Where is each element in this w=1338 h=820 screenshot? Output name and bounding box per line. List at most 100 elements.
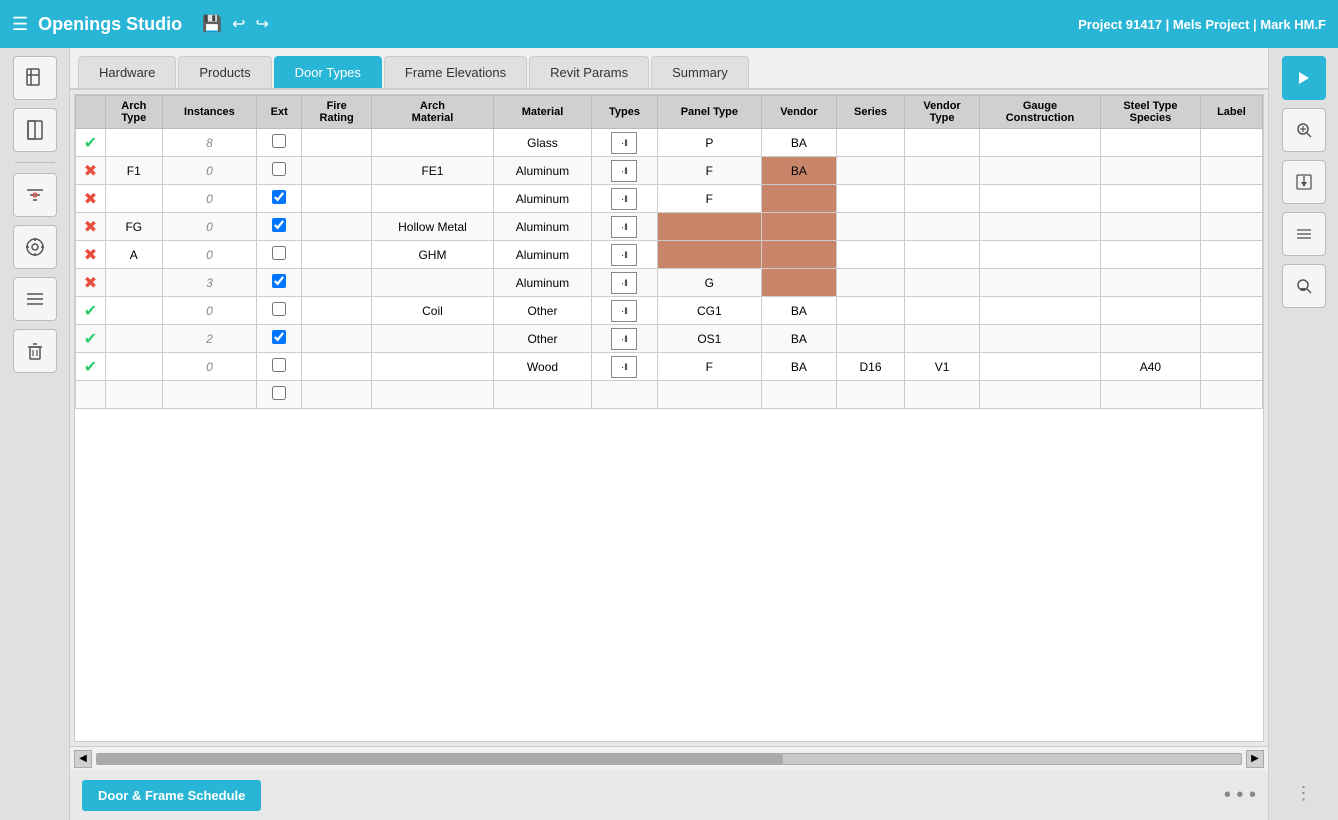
cell-gauge-construction[interactable] xyxy=(979,213,1100,241)
cell-label[interactable] xyxy=(1200,269,1262,297)
cell-series[interactable] xyxy=(836,381,904,409)
cell-vendor[interactable] xyxy=(762,213,837,241)
cell-gauge-construction[interactable] xyxy=(979,269,1100,297)
cell-label[interactable] xyxy=(1200,353,1262,381)
cell-series[interactable] xyxy=(836,297,904,325)
cell-ext[interactable] xyxy=(257,381,302,409)
tab-frame-elevations[interactable]: Frame Elevations xyxy=(384,56,527,88)
cell-material[interactable]: Glass xyxy=(493,129,592,157)
cell-panel-type[interactable]: F xyxy=(657,185,761,213)
cell-vendor[interactable]: BA xyxy=(762,353,837,381)
cell-steel-type-species[interactable] xyxy=(1100,269,1200,297)
cell-material[interactable]: Aluminum xyxy=(493,241,592,269)
cell-vendor[interactable] xyxy=(762,381,837,409)
cell-series[interactable] xyxy=(836,269,904,297)
cell-panel-type[interactable]: OS1 xyxy=(657,325,761,353)
table-row[interactable]: ✔0CoilOther·‖CG1BA xyxy=(76,297,1263,325)
cell-arch-type[interactable]: F1 xyxy=(106,157,163,185)
cell-vendor-type[interactable] xyxy=(905,381,980,409)
cell-fire-rating[interactable] xyxy=(302,297,372,325)
cell-arch-material[interactable] xyxy=(372,185,493,213)
cell-vendor[interactable]: BA xyxy=(762,129,837,157)
cell-arch-type[interactable] xyxy=(106,297,163,325)
cell-vendor-type[interactable] xyxy=(905,269,980,297)
cell-arch-type[interactable]: FG xyxy=(106,213,163,241)
menu-icon[interactable]: ☰ xyxy=(12,14,28,35)
cell-vendor[interactable]: BA xyxy=(762,297,837,325)
cell-types[interactable]: ·‖ xyxy=(592,325,657,353)
cell-arch-material[interactable]: Coil xyxy=(372,297,493,325)
cell-label[interactable] xyxy=(1200,213,1262,241)
cell-panel-type[interactable]: CG1 xyxy=(657,297,761,325)
cell-ext[interactable] xyxy=(257,185,302,213)
cell-vendor[interactable] xyxy=(762,185,837,213)
cell-types[interactable]: ·‖ xyxy=(592,129,657,157)
cell-types[interactable]: ·‖ xyxy=(592,353,657,381)
cell-vendor[interactable]: BA xyxy=(762,157,837,185)
table-row[interactable]: ✖3Aluminum·‖G xyxy=(76,269,1263,297)
cell-label[interactable] xyxy=(1200,129,1262,157)
sidebar-btn-document[interactable] xyxy=(13,56,57,100)
cell-steel-type-species[interactable] xyxy=(1100,241,1200,269)
sidebar-btn-list[interactable] xyxy=(13,277,57,321)
cell-fire-rating[interactable] xyxy=(302,353,372,381)
cell-vendor-type[interactable] xyxy=(905,325,980,353)
cell-fire-rating[interactable] xyxy=(302,185,372,213)
scroll-track[interactable] xyxy=(96,753,1242,765)
cell-panel-type[interactable]: F xyxy=(657,157,761,185)
cell-material[interactable]: Other xyxy=(493,297,592,325)
cell-steel-type-species[interactable] xyxy=(1100,185,1200,213)
cell-ext[interactable] xyxy=(257,213,302,241)
tab-revit-params[interactable]: Revit Params xyxy=(529,56,649,88)
cell-arch-material[interactable] xyxy=(372,381,493,409)
cell-gauge-construction[interactable] xyxy=(979,325,1100,353)
cell-panel-type[interactable]: P xyxy=(657,129,761,157)
table-row[interactable]: ✖A0GHMAluminum·‖ xyxy=(76,241,1263,269)
cell-panel-type[interactable] xyxy=(657,241,761,269)
cell-fire-rating[interactable] xyxy=(302,269,372,297)
cell-vendor-type[interactable] xyxy=(905,157,980,185)
table-row[interactable]: ✖FG0Hollow MetalAluminum·‖ xyxy=(76,213,1263,241)
cell-label[interactable] xyxy=(1200,157,1262,185)
cell-arch-type[interactable] xyxy=(106,353,163,381)
cell-ext[interactable] xyxy=(257,241,302,269)
cell-gauge-construction[interactable] xyxy=(979,185,1100,213)
cell-panel-type[interactable] xyxy=(657,381,761,409)
tab-products[interactable]: Products xyxy=(178,56,271,88)
cell-types[interactable]: ·‖ xyxy=(592,241,657,269)
cell-ext[interactable] xyxy=(257,269,302,297)
cell-vendor-type[interactable] xyxy=(905,213,980,241)
table-row[interactable]: ✔2Other·‖OS1BA xyxy=(76,325,1263,353)
cell-arch-material[interactable] xyxy=(372,325,493,353)
cell-ext[interactable] xyxy=(257,353,302,381)
cell-gauge-construction[interactable] xyxy=(979,353,1100,381)
cell-series[interactable] xyxy=(836,157,904,185)
cell-gauge-construction[interactable] xyxy=(979,241,1100,269)
cell-panel-type[interactable]: F xyxy=(657,353,761,381)
cell-series[interactable] xyxy=(836,241,904,269)
cell-arch-material[interactable]: FE1 xyxy=(372,157,493,185)
more-options-dots[interactable]: • • • xyxy=(1224,784,1256,807)
cell-gauge-construction[interactable] xyxy=(979,157,1100,185)
sidebar-right-zoom[interactable] xyxy=(1282,108,1326,152)
cell-label[interactable] xyxy=(1200,381,1262,409)
cell-steel-type-species[interactable] xyxy=(1100,381,1200,409)
cell-fire-rating[interactable] xyxy=(302,241,372,269)
cell-arch-type[interactable] xyxy=(106,325,163,353)
cell-series[interactable]: D16 xyxy=(836,353,904,381)
cell-material[interactable]: Wood xyxy=(493,353,592,381)
cell-vendor-type[interactable] xyxy=(905,297,980,325)
undo-icon[interactable]: ↩ xyxy=(232,14,245,34)
cell-arch-material[interactable] xyxy=(372,129,493,157)
sidebar-right-arrow[interactable] xyxy=(1282,56,1326,100)
cell-arch-type[interactable] xyxy=(106,185,163,213)
cell-material[interactable]: Other xyxy=(493,325,592,353)
tab-door-types[interactable]: Door Types xyxy=(274,56,382,88)
horizontal-scrollbar[interactable]: ◀ ▶ xyxy=(70,746,1268,770)
cell-types[interactable] xyxy=(592,381,657,409)
cell-series[interactable] xyxy=(836,213,904,241)
sidebar-btn-filter[interactable] xyxy=(13,173,57,217)
cell-series[interactable] xyxy=(836,129,904,157)
sidebar-right-import[interactable] xyxy=(1282,160,1326,204)
cell-ext[interactable] xyxy=(257,297,302,325)
